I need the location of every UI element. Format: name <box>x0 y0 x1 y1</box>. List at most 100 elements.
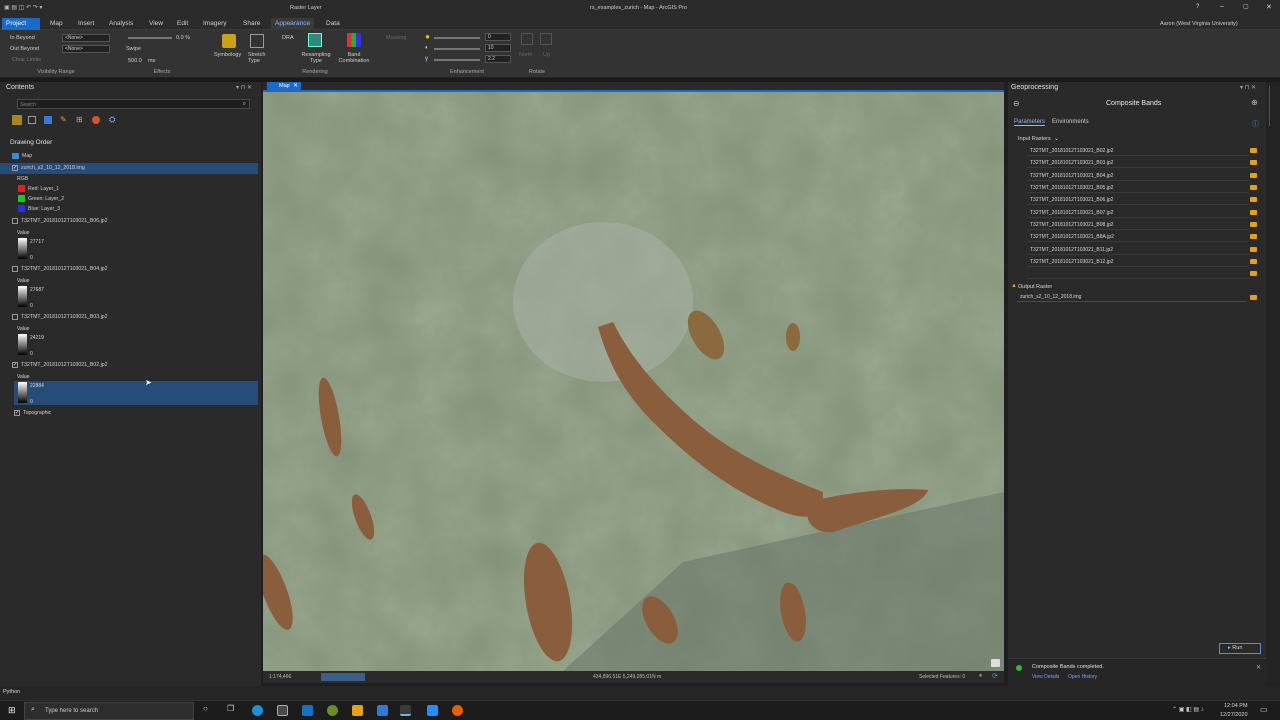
map-scale-select[interactable]: 1:174,466 <box>269 674 291 680</box>
symbology-button[interactable]: Symbology <box>214 52 241 58</box>
layer-band-b06-checkbox[interactable] <box>12 217 18 224</box>
resampling-type-button[interactable]: Resampling Type <box>300 52 332 64</box>
close-window-icon[interactable]: ✕ <box>1266 3 1272 11</box>
tab-appearance[interactable]: Appearance <box>271 18 315 30</box>
system-tray-icons[interactable]: ⌃ ▣ ◧ ▤ ♪ <box>1172 706 1204 713</box>
layer-topographic-checkbox[interactable]: ✓ <box>14 409 20 416</box>
band-combination-button[interactable]: Band Combination <box>336 52 372 64</box>
input-raster-row[interactable]: T32TMT_20181012T103021_B07.jp2 <box>1027 208 1249 218</box>
input-raster-row[interactable]: T32TMT_20181012T103021_B8A.jp2 <box>1027 232 1249 242</box>
map-view[interactable] <box>263 92 1004 671</box>
input-raster-row[interactable]: T32TMT_20181012T103021_B08.jp2 <box>1027 220 1249 230</box>
layer-band-b06[interactable]: T32TMT_20181012T103021_B06.jp2 <box>0 216 108 227</box>
tab-data[interactable]: Data <box>322 18 344 30</box>
input-rasters-chevron-icon[interactable]: ⌄ <box>1054 135 1059 142</box>
back-icon[interactable]: ⊖ <box>1013 99 1020 108</box>
browse-folder-icon[interactable] <box>1250 247 1257 252</box>
transparency-value[interactable]: 0.0 % <box>176 35 190 41</box>
min-scale-select[interactable]: <None> <box>62 34 110 42</box>
masking-button[interactable]: Masking <box>386 35 406 41</box>
input-raster-row[interactable]: T32TMT_20181012T103021_B11.jp2 <box>1027 245 1249 255</box>
output-browse-folder-icon[interactable] <box>1250 295 1257 300</box>
python-tab[interactable]: Python <box>3 689 20 695</box>
start-icon[interactable]: ⊞ <box>8 705 16 716</box>
browse-folder-icon[interactable] <box>1250 173 1257 178</box>
resampling-type-icon[interactable] <box>308 33 322 47</box>
dra-toggle[interactable]: DRA <box>282 35 294 41</box>
pause-drawing-icon[interactable]: ⏸ <box>979 673 982 680</box>
map-overlay-toggle-icon[interactable] <box>991 659 1000 667</box>
minimize-icon[interactable]: – <box>1220 3 1224 10</box>
tab-edit[interactable]: Edit <box>173 18 192 30</box>
taskbar-search-box[interactable]: ⌕ Type here to search <box>24 702 194 720</box>
brightness-value[interactable]: 0 <box>485 33 511 41</box>
list-by-source-icon[interactable] <box>28 116 36 124</box>
file-explorer-icon[interactable] <box>352 705 363 716</box>
layer-band-b03[interactable]: T32TMT_20181012T103021_B03.jp2 <box>0 312 108 323</box>
band-combination-icon[interactable] <box>347 33 361 47</box>
layer-band-b04[interactable]: T32TMT_20181012T103021_B04.jp2 <box>0 264 108 275</box>
out-beyond-button[interactable]: Out Beyond <box>10 46 39 52</box>
notifications-icon[interactable]: ▭ <box>1260 705 1268 714</box>
north-button[interactable]: North <box>519 52 532 58</box>
tab-map[interactable]: Map <box>46 18 67 30</box>
tab-insert[interactable]: Insert <box>74 18 98 30</box>
swipe-button[interactable]: Swipe <box>126 46 141 52</box>
user-account[interactable]: Aaron (West Virginia University) <box>1160 21 1238 27</box>
input-raster-empty-row[interactable] <box>1027 269 1249 279</box>
browse-folder-icon[interactable] <box>1250 234 1257 239</box>
layer-band-b03-checkbox[interactable] <box>12 313 18 320</box>
tab-imagery[interactable]: Imagery <box>199 18 230 30</box>
contents-pane-controls[interactable]: ▾ ⊓ ✕ <box>236 84 252 91</box>
tab-view[interactable]: View <box>145 18 167 30</box>
up-button[interactable]: Up <box>543 52 550 58</box>
tab-project[interactable]: Project <box>2 18 40 30</box>
tab-environments[interactable]: Environments <box>1052 119 1089 125</box>
list-by-labeling-icon[interactable] <box>92 116 100 124</box>
help-tool-icon[interactable]: ⓘ <box>1252 119 1259 129</box>
layer-band-b04-checkbox[interactable] <box>12 265 18 272</box>
search-icon[interactable]: ⌕ <box>243 101 246 108</box>
edge-icon[interactable] <box>252 705 263 716</box>
add-icon[interactable]: ⊕ <box>1251 98 1258 107</box>
refresh-icon[interactable]: ⟳ <box>992 672 998 680</box>
flicker-value[interactable]: 500.0 <box>128 58 142 64</box>
input-raster-row[interactable]: T32TMT_20181012T103021_B03.jp2 <box>1027 158 1249 168</box>
layer-band-b02-checkbox[interactable]: ✓ <box>12 361 18 368</box>
transparency-slider[interactable] <box>128 37 172 39</box>
contents-search-input[interactable]: Search ⌕ <box>17 99 250 109</box>
list-by-snapping-icon[interactable]: ⊞ <box>76 115 83 124</box>
stretch-type-button[interactable]: Stretch Type <box>248 52 266 64</box>
input-raster-row[interactable]: T32TMT_20181012T103021_B12.jp2 <box>1027 257 1249 267</box>
output-raster-input[interactable]: zurich_s2_10_12_2018.img <box>1017 292 1247 302</box>
run-button[interactable]: ▸ Run <box>1219 643 1261 654</box>
task-view-icon[interactable]: ❐ <box>227 704 234 713</box>
chart-properties-dock-tab[interactable] <box>1269 86 1275 126</box>
browse-folder-icon[interactable] <box>1250 259 1257 264</box>
tab-parameters[interactable]: Parameters <box>1014 119 1046 126</box>
input-raster-row[interactable]: T32TMT_20181012T103021_B04.jp2 <box>1027 171 1249 181</box>
gamma-slider[interactable] <box>434 59 480 61</box>
clear-limits-button[interactable]: Clear Limits <box>12 57 41 63</box>
tab-share[interactable]: Share <box>239 18 264 30</box>
gamma-value[interactable]: 2.2 <box>485 55 511 63</box>
browse-folder-icon[interactable] <box>1250 160 1257 165</box>
band-b02-legend-selection[interactable] <box>14 381 258 405</box>
view-details-link[interactable]: View Details <box>1032 674 1059 680</box>
clock-date[interactable]: 12/27/2020 <box>1220 712 1248 718</box>
layer-band-b02[interactable]: ✓ T32TMT_20181012T103021_B02.jp2 <box>0 360 108 371</box>
geoprocessing-pane-controls[interactable]: ▾ ⊓ ✕ <box>1240 84 1256 91</box>
layer-composite-checkbox[interactable]: ✓ <box>12 164 18 171</box>
close-map-tab-icon[interactable]: ✕ <box>293 82 298 89</box>
browse-folder-icon[interactable] <box>1250 210 1257 215</box>
input-raster-row[interactable]: T32TMT_20181012T103021_B02.jp2 <box>1027 146 1249 156</box>
map-nav-tools[interactable] <box>321 673 365 681</box>
in-beyond-button[interactable]: In Beyond <box>10 35 35 41</box>
layer-topographic[interactable]: ✓ Topographic <box>0 408 51 419</box>
tasks-icon[interactable] <box>377 705 388 716</box>
list-by-editing-icon[interactable]: ✎ <box>60 115 67 124</box>
up-icon[interactable] <box>540 33 552 45</box>
dismiss-notice-icon[interactable]: ✕ <box>1256 664 1261 671</box>
contrast-slider[interactable] <box>434 48 480 50</box>
browse-folder-icon[interactable] <box>1250 197 1257 202</box>
